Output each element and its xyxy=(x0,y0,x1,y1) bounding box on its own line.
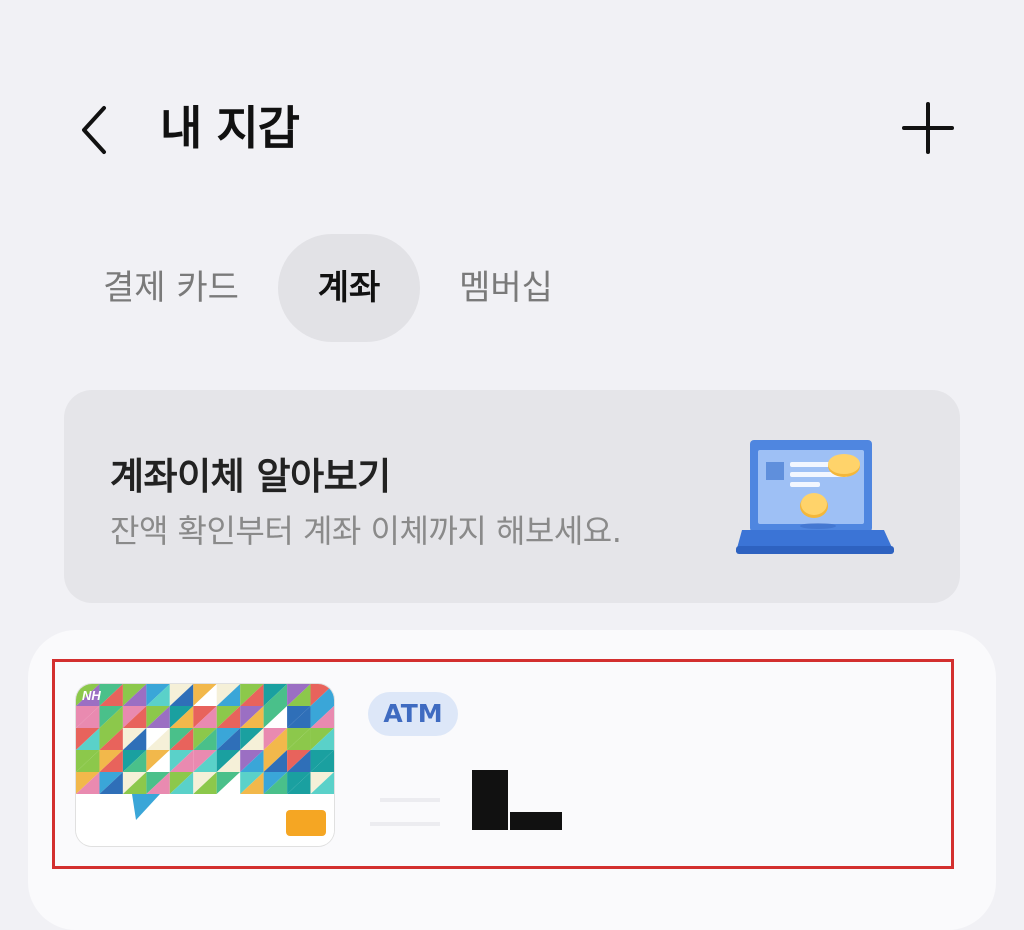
atm-badge: ATM xyxy=(368,692,458,736)
redacted-account-info xyxy=(360,760,580,840)
tab-accounts[interactable]: 계좌 xyxy=(278,234,420,342)
nh-logo: NH xyxy=(82,688,101,703)
tab-membership[interactable]: 멤버십 xyxy=(450,234,562,342)
back-button[interactable] xyxy=(70,100,126,160)
plus-icon xyxy=(902,102,954,154)
nh-card-image: NH xyxy=(76,684,334,846)
chevron-left-icon xyxy=(82,106,106,154)
transfer-promo-banner[interactable]: 계좌이체 알아보기 잔액 확인부터 계좌 이체까지 해보세요. xyxy=(64,390,960,603)
header: 내 지갑 xyxy=(0,0,1024,200)
promo-title: 계좌이체 알아보기 xyxy=(110,455,391,498)
promo-subtitle: 잔액 확인부터 계좌 이체까지 해보세요. xyxy=(110,512,622,550)
tab-payment-cards[interactable]: 결제 카드 xyxy=(96,234,246,342)
laptop-coins-icon xyxy=(736,434,896,560)
tab-bar: 결제 카드 계좌 멤버십 xyxy=(0,234,1024,342)
add-button[interactable] xyxy=(896,96,960,160)
page-title: 내 지갑 xyxy=(160,101,300,155)
